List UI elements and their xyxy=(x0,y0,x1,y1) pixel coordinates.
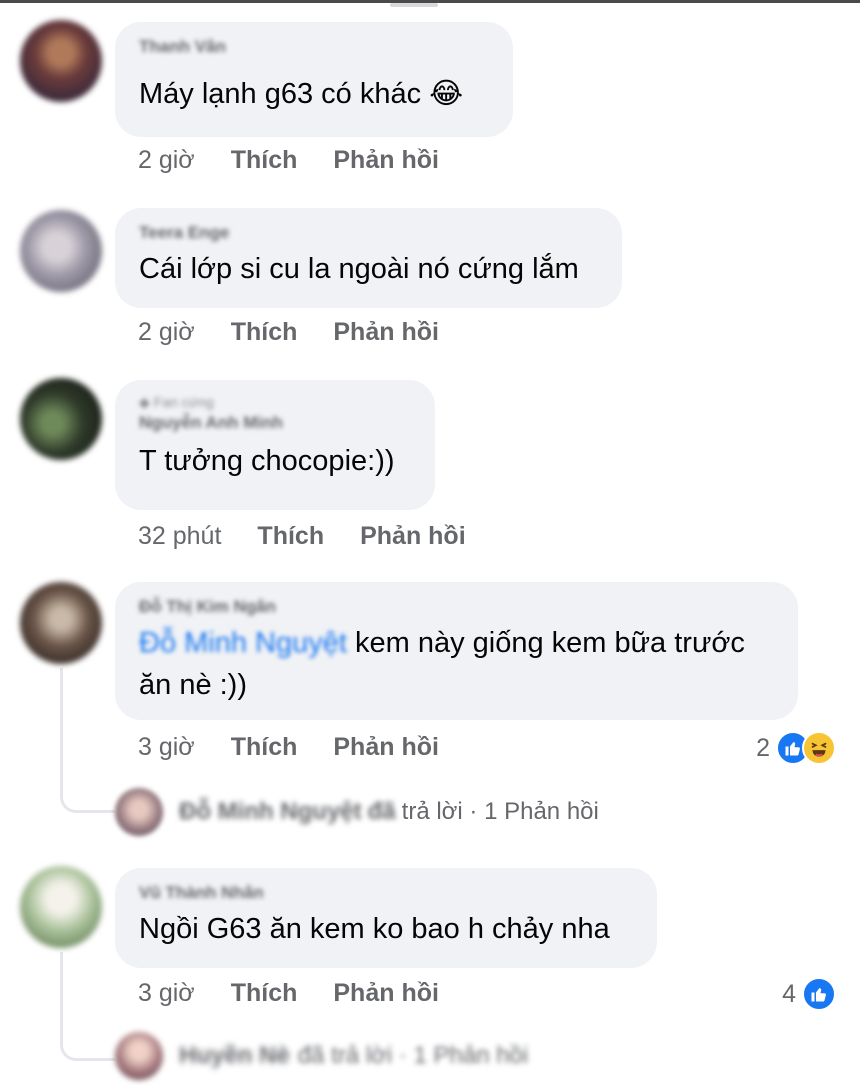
comment-bubble: Thanh Vân Máy lạnh g63 có khác 😂 xyxy=(115,22,513,137)
reply-button[interactable]: Phản hồi xyxy=(333,979,439,1008)
reply-avatar xyxy=(115,788,163,836)
comment-actions: 32 phút Thích Phản hồi xyxy=(138,522,502,551)
comment-text: kem này giống kem bữa trước xyxy=(355,627,745,659)
like-button[interactable]: Thích xyxy=(231,733,298,762)
comment-author[interactable]: Nguyễn Anh Minh xyxy=(139,412,411,434)
comment-bubble: Đỗ Thị Kim Ngân Đỗ Minh Nguyệt kem này g… xyxy=(115,582,798,720)
thread-line xyxy=(60,952,63,1042)
comment-actions: 3 giờ Thích Phản hồi xyxy=(138,979,475,1008)
fan-badge: ◆ Fan cứng xyxy=(139,394,214,410)
comment-bubble: ◆ Fan cứng Nguyễn Anh Minh T tưởng choco… xyxy=(115,380,435,510)
comment-text-line2: ăn nè :)) xyxy=(139,669,247,701)
reply-word: đã xyxy=(367,798,396,825)
comment-author[interactable]: Vũ Thành Nhân xyxy=(139,882,633,904)
like-icon xyxy=(802,977,836,1011)
reaction-summary[interactable]: 4 xyxy=(782,977,836,1011)
comment-time[interactable]: 3 giờ xyxy=(138,979,195,1008)
reply-button[interactable]: Phản hồi xyxy=(333,733,439,762)
reply-summary[interactable]: đã trả lời · 1 Phản hồi xyxy=(298,1042,529,1070)
like-button[interactable]: Thích xyxy=(231,318,298,347)
comment-author[interactable]: Đỗ Thị Kim Ngân xyxy=(139,596,774,618)
comment-actions: 3 giờ Thích Phản hồi xyxy=(138,733,475,762)
reply-button[interactable]: Phản hồi xyxy=(360,522,466,551)
reaction-summary[interactable]: 2 xyxy=(756,731,836,765)
avatar[interactable] xyxy=(20,378,102,460)
comment-text: Ngồi G63 ăn kem ko bao h chảy nha xyxy=(139,913,610,945)
reply-button[interactable]: Phản hồi xyxy=(333,318,439,347)
comment-text: Cái lớp si cu la ngoài nó cứng lắm xyxy=(139,253,579,285)
comment-author[interactable]: Teera Enge xyxy=(139,222,598,244)
reply-preview[interactable]: Đỗ Minh Nguyệt đã trả lời · 1 Phản hồi xyxy=(115,788,599,836)
avatar[interactable] xyxy=(20,582,102,664)
thread-connector xyxy=(60,1042,115,1061)
mention-link[interactable]: Đỗ Minh Nguyệt xyxy=(139,627,347,659)
like-button[interactable]: Thích xyxy=(257,522,324,551)
comment-time[interactable]: 2 giờ xyxy=(138,318,195,347)
avatar[interactable] xyxy=(20,866,102,948)
like-button[interactable]: Thích xyxy=(231,146,298,175)
reply-author[interactable]: Huyền Nè xyxy=(179,1042,290,1070)
comment-text: T tưởng chocopie:)) xyxy=(139,445,395,477)
comment-actions: 2 giờ Thích Phản hồi xyxy=(138,318,475,347)
reply-author[interactable]: Đỗ Minh Nguyệt xyxy=(179,798,362,826)
comment-text: Máy lạnh g63 có khác xyxy=(139,78,422,110)
haha-icon xyxy=(802,731,836,765)
reply-summary[interactable]: trả lời · 1 Phản hồi xyxy=(402,798,599,826)
like-button[interactable]: Thích xyxy=(231,979,298,1008)
comment-actions: 2 giờ Thích Phản hồi xyxy=(138,146,475,175)
comment-bubble: Vũ Thành Nhân Ngồi G63 ăn kem ko bao h c… xyxy=(115,868,657,968)
thread-connector xyxy=(60,778,115,813)
avatar[interactable] xyxy=(20,210,102,292)
comment-time[interactable]: 2 giờ xyxy=(138,146,195,175)
comment-bubble: Teera Enge Cái lớp si cu la ngoài nó cứn… xyxy=(115,208,622,308)
comment-author[interactable]: Thanh Vân xyxy=(139,36,489,58)
laughing-emoji-icon: 😂 xyxy=(429,76,464,110)
reply-avatar xyxy=(115,1032,163,1080)
avatar[interactable] xyxy=(20,20,102,102)
comment-time[interactable]: 3 giờ xyxy=(138,733,195,762)
scroll-indicator xyxy=(390,3,438,7)
reply-preview[interactable]: Huyền Nè đã trả lời · 1 Phản hồi xyxy=(115,1032,528,1080)
reply-button[interactable]: Phản hồi xyxy=(333,146,439,175)
thread-line xyxy=(60,668,63,778)
diamond-icon: ◆ xyxy=(139,394,150,410)
reaction-count: 2 xyxy=(756,733,770,762)
reaction-count: 4 xyxy=(782,979,796,1008)
comment-time[interactable]: 32 phút xyxy=(138,522,221,551)
